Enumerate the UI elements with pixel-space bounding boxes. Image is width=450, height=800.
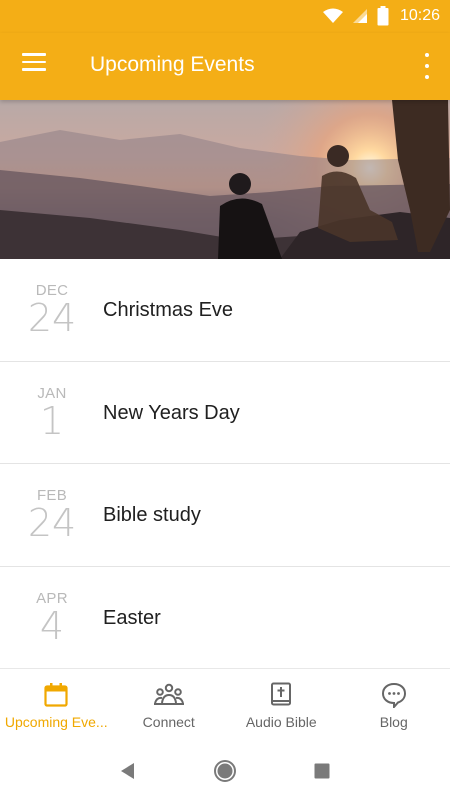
hamburger-icon xyxy=(22,53,46,56)
app-bar: Upcoming Events xyxy=(0,33,450,100)
home-button[interactable] xyxy=(210,756,240,786)
calendar-icon xyxy=(44,683,68,707)
event-day: 24 xyxy=(27,501,77,545)
event-row[interactable]: FEB 24 Bible study xyxy=(0,464,450,567)
event-day: 1 xyxy=(39,398,65,443)
event-row[interactable]: DEC 24 Christmas Eve xyxy=(0,259,450,362)
back-triangle-icon xyxy=(121,762,135,779)
event-title: Christmas Eve xyxy=(103,299,234,321)
status-time: 10:26 xyxy=(399,7,440,24)
nav-audio-bible[interactable]: Audio Bible xyxy=(225,669,338,741)
hamburger-line xyxy=(22,60,46,63)
event-list: DEC 24 Christmas Eve JAN 1 New Years Day… xyxy=(0,259,450,669)
sunset-mountains-photo xyxy=(0,100,450,259)
nav-label: Upcoming Eve... xyxy=(4,714,108,730)
nav-label: Connect xyxy=(142,714,195,730)
event-row[interactable]: APR 4 Easter xyxy=(0,566,450,669)
more-vert-dot xyxy=(425,64,429,68)
wifi-icon xyxy=(322,8,343,23)
more-vert-dot xyxy=(425,75,429,79)
nav-label: Blog xyxy=(379,714,408,730)
home-circle-icon xyxy=(213,759,236,782)
cellular-signal-icon xyxy=(352,9,367,23)
event-title: Easter xyxy=(103,606,161,629)
people-group-icon xyxy=(153,683,184,705)
event-date: APR 4 xyxy=(18,590,86,648)
event-row[interactable]: JAN 1 New Years Day xyxy=(0,361,450,464)
hamburger-line xyxy=(22,68,46,71)
event-date: JAN 1 xyxy=(18,385,86,443)
menu-button[interactable] xyxy=(22,53,48,79)
nav-label: Audio Bible xyxy=(245,714,317,730)
status-icons: 10:26 xyxy=(322,6,440,26)
recents-square-icon xyxy=(314,763,330,778)
system-navigation-bar xyxy=(0,741,450,800)
chat-bubble-icon xyxy=(381,682,406,708)
page-title: Upcoming Events xyxy=(90,53,255,76)
nav-blog[interactable]: Blog xyxy=(338,669,450,741)
bottom-navigation: Upcoming Eve... Connect Audio Bible Blog xyxy=(0,668,450,741)
event-date: DEC 24 xyxy=(18,283,86,340)
event-title: Bible study xyxy=(103,504,201,526)
hero-image xyxy=(0,100,450,259)
status-bar: 10:26 xyxy=(0,0,450,33)
back-button[interactable] xyxy=(113,756,143,786)
nav-upcoming-events[interactable]: Upcoming Eve... xyxy=(0,669,113,741)
event-day: 24 xyxy=(27,296,77,340)
more-vert-icon xyxy=(425,53,429,57)
overflow-menu-button[interactable] xyxy=(422,53,432,79)
battery-icon xyxy=(377,6,389,26)
nav-connect[interactable]: Connect xyxy=(113,669,226,741)
event-title: New Years Day xyxy=(103,401,240,424)
recents-button[interactable] xyxy=(307,756,337,786)
event-day: 4 xyxy=(39,603,65,648)
bible-icon xyxy=(271,682,292,706)
event-date: FEB 24 xyxy=(18,488,86,545)
